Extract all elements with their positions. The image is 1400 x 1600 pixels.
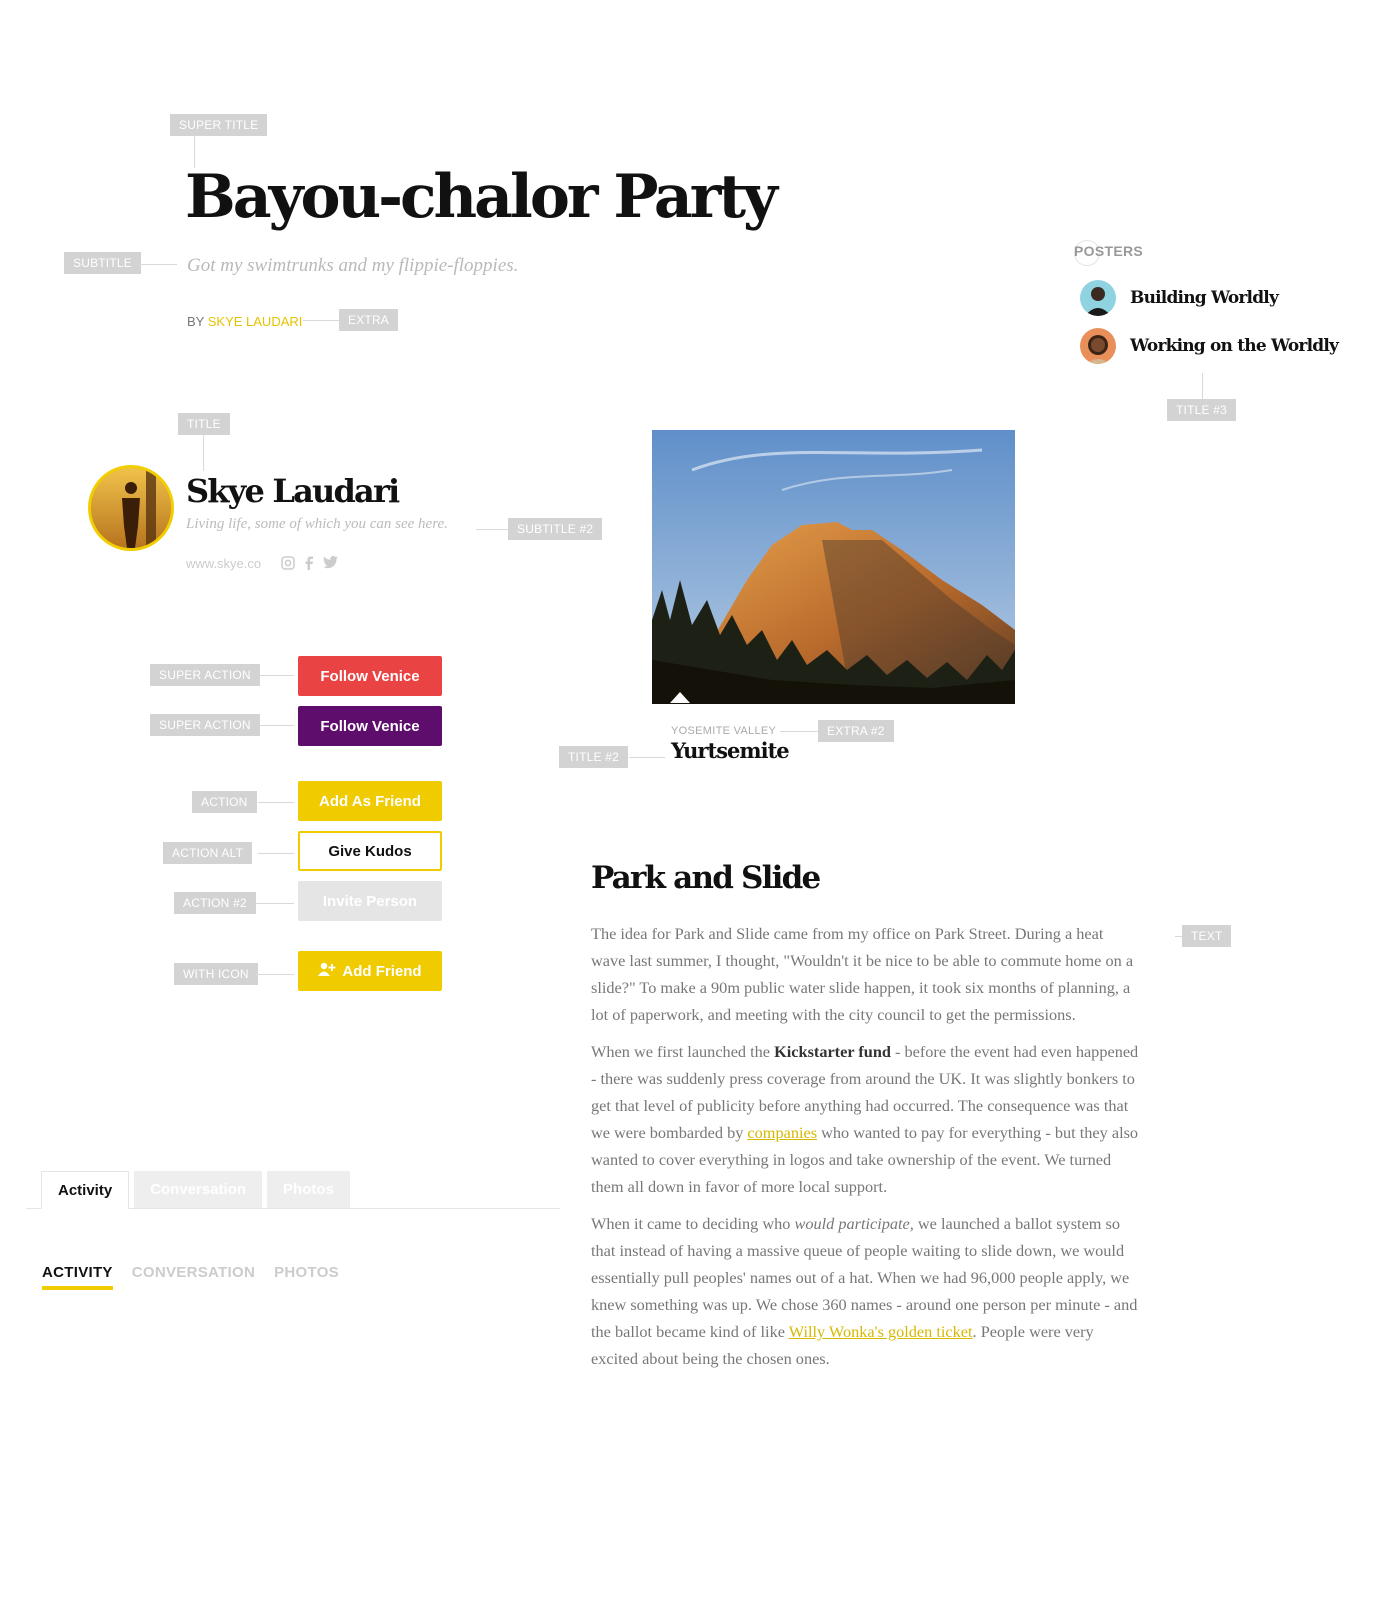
follow-button-purple[interactable]: Follow Venice <box>298 706 442 746</box>
add-friend-button[interactable]: Add Friend <box>298 951 442 991</box>
poster-name: Building Worldly <box>1130 288 1279 308</box>
add-as-friend-button[interactable]: Add As Friend <box>298 781 442 821</box>
poster-name: Working on the Worldly <box>1130 336 1339 356</box>
label-super-title: SUPER TITLE <box>170 114 268 136</box>
byline: BY SKYE LAUDARI <box>187 314 302 329</box>
companies-link[interactable]: companies <box>747 1123 817 1142</box>
article-paragraph: When we first launched the Kickstarter f… <box>591 1042 1139 1196</box>
poster-item[interactable]: Building Worldly <box>1080 280 1279 316</box>
label-super-action: SUPER ACTION <box>150 714 260 736</box>
invite-person-button[interactable]: Invite Person <box>298 881 442 921</box>
avatar[interactable] <box>88 465 174 551</box>
tab-photos[interactable]: Photos <box>267 1171 350 1208</box>
connector-line <box>629 757 665 758</box>
page-title: Bayou-chalor Party <box>185 162 778 232</box>
profile-tagline: Living life, some of which you can see h… <box>186 516 448 532</box>
connector-line <box>260 675 294 676</box>
follow-button-red[interactable]: Follow Venice <box>298 656 442 696</box>
willy-wonka-link[interactable]: Willy Wonka's golden ticket <box>789 1322 973 1341</box>
connector-line <box>260 725 294 726</box>
label-title: TITLE <box>178 413 230 435</box>
connector-line <box>303 320 339 321</box>
article-paragraph: When it came to deciding who would parti… <box>591 1214 1138 1368</box>
photo-location: YOSEMITE VALLEY <box>671 725 777 737</box>
label-text: TEXT <box>1182 925 1232 947</box>
label-subtitle-2: SUBTITLE #2 <box>508 518 603 540</box>
label-extra: EXTRA <box>339 309 399 331</box>
article-paragraph: The idea for Park and Slide came from my… <box>591 924 1134 1024</box>
tab-conversation[interactable]: Conversation <box>134 1171 263 1208</box>
poster-avatar <box>1080 328 1116 364</box>
photo-pointer <box>670 692 690 703</box>
profile-name: Skye Laudari <box>186 472 400 510</box>
tab-activity[interactable]: Activity <box>41 1171 130 1209</box>
give-kudos-button[interactable]: Give Kudos <box>298 831 442 871</box>
connector-line <box>476 529 512 530</box>
photo-yosemite[interactable] <box>652 430 1015 704</box>
poster-avatar <box>1080 280 1116 316</box>
connector-line <box>258 802 294 803</box>
connector-line <box>258 853 294 854</box>
tab-bar-underline: ACTIVITY CONVERSATION PHOTOS <box>42 1264 339 1290</box>
add-user-icon <box>318 962 336 980</box>
connector-line <box>780 731 818 732</box>
tab-bar: Activity Conversation Photos <box>41 1171 350 1209</box>
label-title-2: TITLE #2 <box>559 746 628 768</box>
label-subtitle: SUBTITLE <box>64 252 141 274</box>
label-super-action: SUPER ACTION <box>150 664 260 686</box>
posters-heading: POSTERS <box>1074 243 1144 259</box>
bold-text: Kickstarter fund <box>774 1042 891 1061</box>
label-action: ACTION <box>192 791 257 813</box>
connector-line <box>1202 373 1203 399</box>
label-with-icon: WITH ICON <box>174 963 258 985</box>
photo-title: Yurtsemite <box>671 738 790 763</box>
tab-photos-underline[interactable]: PHOTOS <box>274 1264 339 1290</box>
profile-website-link[interactable]: www.skye.co <box>186 556 261 571</box>
connector-line <box>256 903 294 904</box>
connector-line <box>203 435 204 471</box>
byline-prefix: BY <box>187 314 205 329</box>
tab-conversation-underline[interactable]: CONVERSATION <box>132 1264 255 1290</box>
facebook-icon[interactable] <box>304 556 314 575</box>
twitter-icon[interactable] <box>323 556 338 574</box>
add-friend-label: Add Friend <box>342 962 422 980</box>
label-action-alt: ACTION ALT <box>163 842 253 864</box>
italic-text: would participate, <box>794 1214 914 1233</box>
byline-author-link[interactable]: SKYE LAUDARI <box>208 314 303 329</box>
label-extra-2: EXTRA #2 <box>818 720 894 742</box>
label-title-3: TITLE #3 <box>1167 399 1236 421</box>
page-subtitle: Got my swimtrunks and my flippie-floppie… <box>187 255 519 276</box>
connector-line <box>254 974 294 975</box>
article-body: The idea for Park and Slide came from my… <box>591 920 1139 1382</box>
connector-line <box>139 264 177 265</box>
label-action-2: ACTION #2 <box>174 892 256 914</box>
poster-item[interactable]: Working on the Worldly <box>1080 328 1339 364</box>
tab-activity-underline[interactable]: ACTIVITY <box>42 1264 113 1290</box>
article-title: Park and Slide <box>591 860 821 896</box>
instagram-icon[interactable] <box>281 556 295 575</box>
